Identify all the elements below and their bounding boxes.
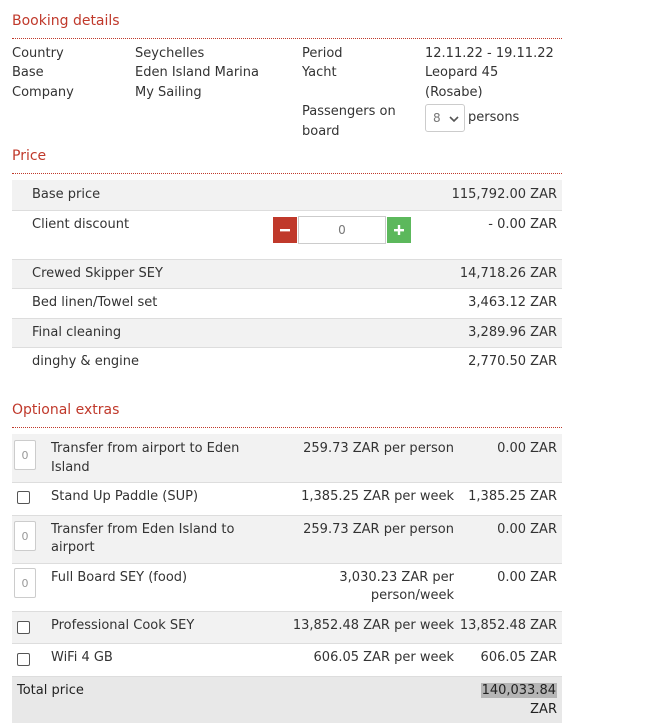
country-value: Seychelles xyxy=(135,46,205,61)
extra-rate: 259.73 ZAR per person xyxy=(303,522,454,537)
price-item-value: 2,770.50 ZAR xyxy=(468,354,557,369)
extra-rate: 13,852.48 ZAR per week xyxy=(292,618,454,633)
price-item-label: Crewed Skipper SEY xyxy=(32,266,163,281)
extra-total: 0.00 ZAR xyxy=(497,570,557,585)
passengers-select[interactable]: 8 xyxy=(425,104,465,132)
extra-rate: 1,385.25 ZAR per week xyxy=(301,489,454,504)
price-item-label: Bed linen/Towel set xyxy=(32,295,158,310)
extra-name: Stand Up Paddle (SUP) xyxy=(51,489,199,504)
extra-name-sub: Island xyxy=(51,460,90,475)
extra-checkbox[interactable] xyxy=(17,653,30,666)
extra-quantity-input[interactable]: 0 xyxy=(14,440,36,470)
price-item-value: 3,289.96 ZAR xyxy=(468,325,557,340)
period-value: 12.11.22 - 19.11.22 xyxy=(425,46,554,61)
extra-name: Full Board SEY (food) xyxy=(51,570,188,585)
row-divider xyxy=(12,482,562,483)
extra-name: Transfer from Eden Island to xyxy=(51,522,235,537)
client-discount-label: Client discount xyxy=(32,217,130,232)
price-item-value: 3,463.12 ZAR xyxy=(468,295,557,310)
extra-total: 0.00 ZAR xyxy=(497,441,557,456)
extra-checkbox[interactable] xyxy=(17,491,30,504)
price-item-value: 14,718.26 ZAR xyxy=(459,266,557,281)
price-item-label: Final cleaning xyxy=(32,325,122,340)
passengers-label-sub: board xyxy=(302,124,340,139)
extra-rate: 3,030.23 ZAR per xyxy=(339,570,454,585)
optional-extras-title: Optional extras xyxy=(12,402,120,418)
period-label: Period xyxy=(302,46,343,61)
base-price-label: Base price xyxy=(32,187,101,202)
plus-icon xyxy=(394,225,404,235)
price-title: Price xyxy=(12,148,47,164)
extra-quantity-input[interactable]: 0 xyxy=(14,521,36,551)
extra-total: 1,385.25 ZAR xyxy=(468,489,557,504)
passengers-unit: persons xyxy=(468,110,520,125)
row-divider xyxy=(12,347,562,348)
total-price-value: 140,033.84 xyxy=(480,683,557,698)
yacht-value: Leopard 45 xyxy=(425,65,499,80)
total-price-amount: 140,033.84 xyxy=(480,683,557,698)
extra-total: 0.00 ZAR xyxy=(497,522,557,537)
extra-name: Transfer from airport to Eden xyxy=(51,441,240,456)
price-divider xyxy=(12,173,562,174)
row-divider xyxy=(12,288,562,289)
optional-extras-divider xyxy=(12,427,562,428)
row-divider xyxy=(12,563,562,564)
client-discount-value: - 0.00 ZAR xyxy=(488,217,557,232)
yacht-label: Yacht xyxy=(302,65,337,80)
total-price-label: Total price xyxy=(17,683,84,698)
row-divider xyxy=(12,643,562,644)
extra-name: WiFi 4 GB xyxy=(51,650,113,665)
extra-rate: 606.05 ZAR per week xyxy=(313,650,454,665)
extra-name: Professional Cook SEY xyxy=(51,618,195,633)
extra-quantity-input[interactable]: 0 xyxy=(14,568,36,598)
yacht-value-sub: (Rosabe) xyxy=(425,85,483,100)
row-divider xyxy=(12,210,562,211)
extra-rate: 259.73 ZAR per person xyxy=(303,441,454,456)
minus-icon xyxy=(280,229,290,232)
base-label: Base xyxy=(12,65,44,80)
total-price-currency: ZAR xyxy=(530,702,557,717)
total-row xyxy=(12,677,562,723)
extra-name-sub: airport xyxy=(51,540,95,555)
booking-details-title: Booking details xyxy=(12,13,120,29)
extra-total: 606.05 ZAR xyxy=(480,650,557,665)
extra-checkbox[interactable] xyxy=(17,621,30,634)
extra-total: 13,852.48 ZAR xyxy=(459,618,557,633)
country-label: Country xyxy=(12,46,64,61)
booking-details-divider xyxy=(12,38,562,39)
passengers-label: Passengers on xyxy=(302,104,396,119)
company-label: Company xyxy=(12,85,74,100)
discount-increase-button[interactable] xyxy=(387,217,411,243)
base-value: Eden Island Marina xyxy=(135,65,259,80)
price-item-label: dinghy & engine xyxy=(32,354,140,369)
discount-decrease-button[interactable] xyxy=(273,217,297,243)
extra-rate-sub: person/week xyxy=(370,588,454,603)
chevron-down-icon xyxy=(449,116,459,123)
base-price-value: 115,792.00 ZAR xyxy=(451,187,557,202)
passengers-select-value: 8 xyxy=(433,111,441,125)
client-discount-input[interactable]: 0 xyxy=(298,216,386,244)
company-value: My Sailing xyxy=(135,85,202,100)
